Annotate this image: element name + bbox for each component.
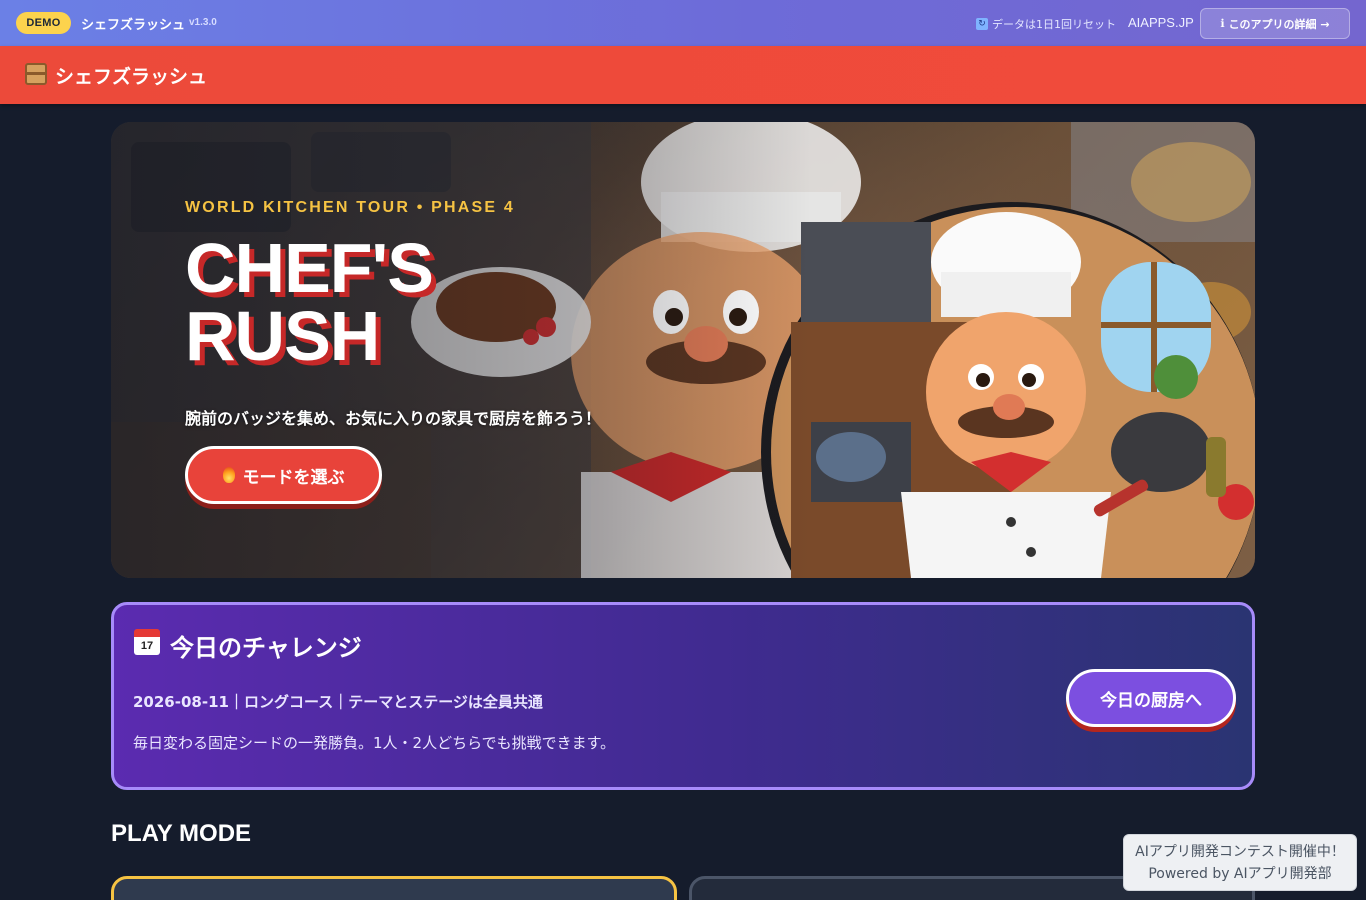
todays-kitchen-button[interactable]: 今日の厨房へ	[1066, 669, 1236, 727]
calendar-icon: 17	[134, 629, 160, 655]
demo-badge: DEMO	[16, 12, 71, 34]
hero-title-line2: RUSH	[185, 297, 380, 375]
hero-subtitle: 腕前のバッジを集め、お気に入りの家具で厨房を飾ろう！	[185, 409, 602, 428]
site-link[interactable]: AIAPPS.JP	[1128, 15, 1194, 30]
reset-note-text: データは1日1回リセット	[992, 18, 1116, 31]
app-details-button[interactable]: ℹ このアプリの詳細 →	[1200, 8, 1350, 39]
hero-eyebrow: WORLD KITCHEN TOUR • PHASE 4	[185, 199, 516, 216]
app-details-label: このアプリの詳細 →	[1228, 17, 1330, 31]
powered-by-banner[interactable]: AIアプリ開発コンテスト開催中！ Powered by AIアプリ開発部	[1123, 834, 1357, 891]
choose-mode-button[interactable]: モードを選ぶ	[185, 446, 382, 504]
play-mode-heading: PLAY MODE	[111, 820, 252, 847]
info-icon: ℹ	[1220, 17, 1225, 30]
hero-banner: WORLD KITCHEN TOUR • PHASE 4 CHEF'S RUSH…	[111, 122, 1255, 578]
reset-note: ↻ データは1日1回リセット	[976, 16, 1116, 32]
challenge-description: 毎日変わる固定シードの一発勝負。1人・2人どちらでも挑戦できます。	[133, 734, 616, 752]
hero-title-line1: CHEF'S	[185, 229, 434, 307]
demo-topbar: DEMO シェフズラッシュ v1.3.0 ↻ データは1日1回リセット AIAP…	[0, 0, 1366, 46]
app-header: シェフズラッシュ	[0, 46, 1366, 104]
hero-title: CHEF'S RUSH	[185, 229, 705, 375]
challenge-meta: 2026-08-11｜ロングコース｜テーマとステージは全員共通	[133, 693, 543, 711]
app-name: シェフズラッシュ	[81, 18, 186, 33]
challenge-title: 今日のチャレンジ	[170, 634, 362, 662]
daily-challenge-card: 17 今日のチャレンジ 2026-08-11｜ロングコース｜テーマとステージは全…	[111, 602, 1255, 790]
refresh-icon: ↻	[976, 18, 988, 30]
app-version: v1.3.0	[189, 17, 217, 28]
play-mode-card-selected[interactable]	[111, 876, 677, 900]
contest-notice: AIアプリ開発コンテスト開催中！	[1135, 844, 1345, 860]
powered-by-text: Powered by AIアプリ開発部	[1148, 866, 1332, 882]
choose-mode-label: モードを選ぶ	[242, 467, 345, 488]
package-icon	[25, 63, 47, 85]
header-title[interactable]: シェフズラッシュ	[55, 62, 207, 89]
fire-icon	[222, 467, 235, 483]
